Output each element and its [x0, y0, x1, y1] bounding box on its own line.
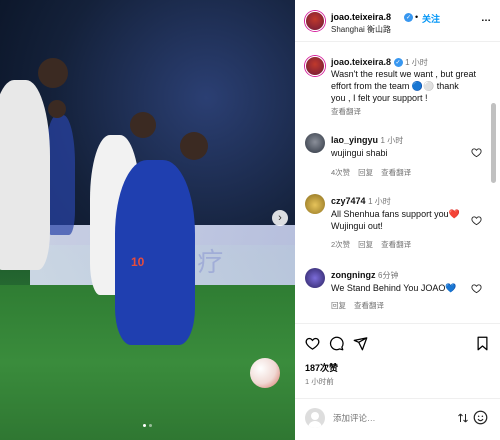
comment-username[interactable]: czy7474 [331, 196, 366, 206]
add-comment-input[interactable] [333, 411, 443, 425]
reply-button[interactable]: 回复 [358, 239, 373, 250]
white-player-left-head [38, 58, 68, 88]
current-user-avatar [305, 408, 325, 428]
next-photo-button[interactable]: › [272, 210, 288, 226]
comment-time: 1 小时 [368, 197, 391, 206]
comments-scrollbar[interactable] [491, 103, 496, 183]
post-location[interactable]: Shanghai 衡山路 [331, 24, 391, 35]
background-player-head [48, 100, 66, 118]
heart-icon[interactable] [471, 283, 482, 294]
more-options-icon[interactable]: … [481, 13, 492, 24]
white-player-left [0, 80, 50, 270]
heart-icon[interactable] [471, 147, 482, 158]
comment-username[interactable]: lao_yingyu [331, 135, 378, 145]
post-photo[interactable]: 医 疗 10 › [0, 0, 295, 440]
comment-avatar[interactable] [305, 268, 325, 288]
comment-header: czy7474 1 小时 [331, 195, 391, 208]
comment-meta: 2次赞 回复 查看翻译 [331, 239, 411, 250]
caption-line-3: you , I felt your support ! [331, 93, 428, 103]
carousel-dot [149, 424, 152, 427]
likes-count[interactable]: 187次赞 [305, 361, 338, 374]
chevron-right-icon: › [278, 212, 282, 224]
sort-arrows-icon[interactable] [457, 412, 469, 424]
post-timestamp: 1 小时前 [305, 377, 334, 386]
comment-time: 1 小时 [380, 136, 404, 145]
comment-text: We Stand Behind You JOAO💙 [331, 283, 457, 293]
caption-time: 1 小时 [405, 58, 428, 67]
translate-link[interactable]: 查看翻译 [381, 239, 411, 250]
comment-likes[interactable]: 2次赞 [331, 239, 350, 250]
comment-header: lao_yingyu 1 小时 [331, 134, 403, 147]
comment-avatar[interactable] [305, 194, 325, 214]
share-send-icon[interactable] [353, 336, 368, 351]
author-avatar[interactable] [305, 11, 325, 31]
verified-badge-icon: ✓ [393, 58, 403, 68]
like-heart-icon[interactable] [305, 336, 320, 351]
comment-meta: 回复 查看翻译 [331, 300, 384, 311]
comment-text-line-1: All Shenhua fans support you❤️ [331, 209, 460, 219]
comment-avatar[interactable] [305, 133, 325, 153]
comment-username[interactable]: zongningz [331, 270, 376, 280]
comment-header: zongningz 6分钟 [331, 269, 398, 282]
separator-dot: • [415, 12, 419, 22]
comment-meta: 4次赞 回复 查看翻译 [331, 167, 411, 178]
blue-player-dribbling [115, 160, 195, 345]
comment-likes[interactable]: 4次赞 [331, 167, 350, 178]
caption-meta: 查看翻译 [331, 106, 361, 117]
comments-scroll-area[interactable]: joao.teixeira.8 ✓ 1 小时 Wasn't the result… [295, 43, 500, 323]
caption-line-2: effort from the team 🔵⚪ thank [331, 81, 459, 91]
reply-button[interactable]: 回复 [358, 167, 373, 178]
add-comment-bar [295, 398, 500, 440]
comment-time: 6分钟 [378, 271, 399, 280]
reply-button[interactable]: 回复 [331, 300, 346, 311]
post-side-panel: joao.teixeira.8 ✓ • 关注 Shanghai 衡山路 … jo… [295, 0, 500, 440]
heart-icon[interactable] [471, 215, 482, 226]
caption-translate-link[interactable]: 查看翻译 [331, 106, 361, 117]
author-username[interactable]: joao.teixeira.8 [331, 12, 391, 22]
carousel-dots [143, 424, 152, 427]
comment-text-line-2: Wujingui out! [331, 221, 383, 231]
translate-link[interactable]: 查看翻译 [381, 167, 411, 178]
comment-icon[interactable] [329, 336, 344, 351]
emoji-icon[interactable] [473, 410, 488, 425]
carousel-dot-active [143, 424, 146, 427]
white-player-middle-head [130, 112, 156, 138]
caption-line-1: Wasn't the result we want , but great [331, 69, 476, 79]
instagram-post-modal: 医 疗 10 › joao.teixeira.8 ✓ • 关注 Shanghai… [0, 0, 500, 440]
verified-badge-icon: ✓ [404, 13, 413, 22]
caption-username[interactable]: joao.teixeira.8 [331, 57, 391, 67]
soccer-ball [250, 358, 280, 388]
caption-avatar[interactable] [305, 56, 325, 76]
post-actions: 187次赞 1 小时前 [295, 323, 500, 398]
translate-link[interactable]: 查看翻译 [354, 300, 384, 311]
bookmark-icon[interactable] [475, 336, 490, 351]
follow-button[interactable]: 关注 [422, 12, 440, 25]
blue-player-head [180, 132, 208, 160]
comment-text: wujingui shabi [331, 148, 388, 158]
post-header: joao.teixeira.8 ✓ • 关注 Shanghai 衡山路 … [295, 0, 500, 42]
jersey-number: 10 [131, 255, 145, 269]
